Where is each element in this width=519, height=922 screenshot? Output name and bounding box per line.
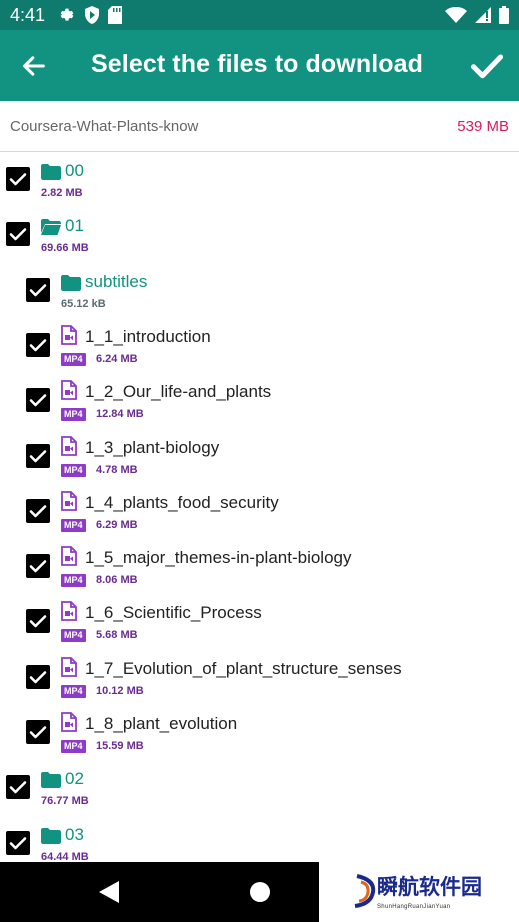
status-bar: 4:41 — [0, 0, 519, 30]
folder-row[interactable]: 03 64.44 MB — [0, 816, 519, 862]
item-checkbox[interactable] — [6, 830, 30, 855]
file-size: 6.29 MB — [96, 518, 138, 531]
file-name: 1_2_Our_life-and_plants — [85, 382, 272, 402]
folder-row[interactable]: 00 2.82 MB — [0, 152, 519, 207]
shield-play-icon — [85, 6, 99, 24]
file-row[interactable]: 1_1_introduction MP4 6.24 MB — [0, 318, 519, 373]
file-size: 12.84 MB — [96, 408, 144, 421]
item-checkbox[interactable] — [26, 554, 50, 579]
item-checkbox[interactable] — [26, 720, 50, 744]
item-checkbox[interactable] — [6, 222, 30, 247]
file-row[interactable]: 1_3_plant-biology MP4 4.78 MB — [0, 429, 519, 484]
file-row[interactable]: 1_7_Evolution_of_plant_structure_senses M… — [0, 650, 519, 705]
file-row[interactable]: 1_2_Our_life-and_plants MP4 12.84 MB — [0, 373, 519, 428]
file-type-badge: MP4 — [61, 408, 86, 422]
course-total-size: 539 MB — [457, 118, 509, 135]
wifi-icon — [445, 7, 467, 23]
file-type-badge: MP4 — [61, 629, 86, 643]
app-bar: Select the files to download — [0, 30, 519, 101]
video-file-icon — [61, 435, 77, 461]
page-title: Select the files to download — [91, 50, 424, 78]
video-file-icon — [61, 656, 77, 682]
battery-icon — [499, 6, 509, 24]
file-name: 1_3_plant-biology — [85, 437, 220, 457]
video-file-icon — [61, 324, 77, 350]
folder-size: 64.44 MB — [41, 850, 89, 862]
file-name: 1_4_plants_food_security — [85, 492, 279, 512]
folder-icon — [41, 772, 61, 793]
video-file-icon — [61, 490, 77, 516]
file-type-badge: MP4 — [61, 518, 86, 532]
status-time: 4:41 — [10, 5, 46, 25]
folder-name: 03 — [65, 824, 84, 844]
video-file-icon — [61, 546, 77, 571]
folder-size: 65.12 kB — [61, 297, 106, 310]
file-size: 5.68 MB — [96, 629, 138, 642]
folder-icon — [61, 274, 81, 296]
file-row[interactable]: 1_4_plants_food_security MP4 6.29 MB — [0, 484, 519, 539]
file-type-badge: MP4 — [61, 352, 86, 366]
file-size: 15.59 MB — [96, 740, 144, 752]
item-checkbox[interactable] — [26, 498, 50, 523]
item-checkbox[interactable] — [6, 775, 30, 800]
file-name: 1_1_introduction — [85, 326, 211, 346]
file-size: 6.24 MB — [96, 352, 138, 365]
file-name: 1_6_Scientific_Process — [85, 603, 262, 623]
folder-icon — [41, 164, 61, 185]
folder-row[interactable]: 01 69.66 MB — [0, 207, 519, 262]
file-type-badge: MP4 — [61, 463, 86, 477]
back-arrow-icon[interactable] — [20, 52, 48, 80]
watermark-emblem-icon — [354, 874, 376, 908]
video-file-icon — [61, 380, 77, 405]
folder-size: 2.82 MB — [41, 187, 83, 199]
item-checkbox[interactable] — [26, 277, 50, 302]
folder-row[interactable]: subtitles 65.12 kB — [0, 263, 519, 318]
folder-icon — [41, 827, 61, 849]
item-checkbox[interactable] — [26, 664, 50, 689]
file-list[interactable]: 00 2.82 MB 01 69.66 MB subtitles 65.12 kB 1_1_… — [0, 152, 519, 862]
folder-name: 00 — [65, 161, 84, 180]
folder-name: 02 — [65, 769, 84, 789]
sd-card-icon — [108, 6, 122, 24]
nav-home-icon[interactable] — [250, 882, 270, 902]
watermark-text: 瞬航软件园 — [377, 876, 482, 899]
course-header: Coursera-What-Plants-know 539 MB — [0, 101, 519, 152]
file-type-badge: MP4 — [61, 684, 86, 698]
watermark-logo: 瞬航软件园 ShunHangRuanJianYuan — [319, 862, 519, 922]
file-row[interactable]: 1_6_Scientific_Process MP4 5.68 MB — [0, 594, 519, 649]
file-name: 1_7_Evolution_of_plant_structure_senses — [85, 658, 402, 678]
file-type-badge: MP4 — [61, 740, 86, 753]
settings-icon — [60, 8, 74, 21]
folder-size: 69.66 MB — [41, 242, 89, 255]
file-row[interactable]: 1_8_plant_evolution MP4 15.59 MB — [0, 705, 519, 760]
item-checkbox[interactable] — [26, 332, 50, 357]
folder-open-icon — [41, 219, 61, 240]
item-checkbox[interactable] — [6, 167, 30, 191]
file-row[interactable]: 1_5_major_themes-in-plant-biology MP4 8.06… — [0, 539, 519, 594]
video-file-icon — [61, 712, 77, 737]
navigation-bar: 瞬航软件园 ShunHangRuanJianYuan — [0, 862, 519, 922]
file-size: 8.06 MB — [96, 574, 138, 587]
video-file-icon — [61, 601, 77, 626]
item-checkbox[interactable] — [26, 388, 50, 413]
nav-back-icon[interactable] — [99, 881, 119, 903]
signal-icon — [475, 7, 491, 23]
folder-size: 76.77 MB — [41, 795, 89, 808]
item-checkbox[interactable] — [26, 443, 50, 468]
file-name: 1_5_major_themes-in-plant-biology — [85, 548, 352, 568]
file-size: 4.78 MB — [96, 463, 138, 476]
confirm-check-icon[interactable] — [469, 48, 505, 84]
file-name: 1_8_plant_evolution — [85, 714, 238, 733]
folder-name: 01 — [65, 216, 84, 236]
item-checkbox[interactable] — [26, 609, 50, 634]
folder-row[interactable]: 02 76.77 MB — [0, 760, 519, 815]
folder-name: subtitles — [85, 271, 148, 291]
watermark-subtext: ShunHangRuanJianYuan — [377, 904, 451, 910]
file-size: 10.12 MB — [96, 684, 144, 697]
course-name: Coursera-What-Plants-know — [10, 118, 199, 135]
file-type-badge: MP4 — [61, 574, 86, 588]
